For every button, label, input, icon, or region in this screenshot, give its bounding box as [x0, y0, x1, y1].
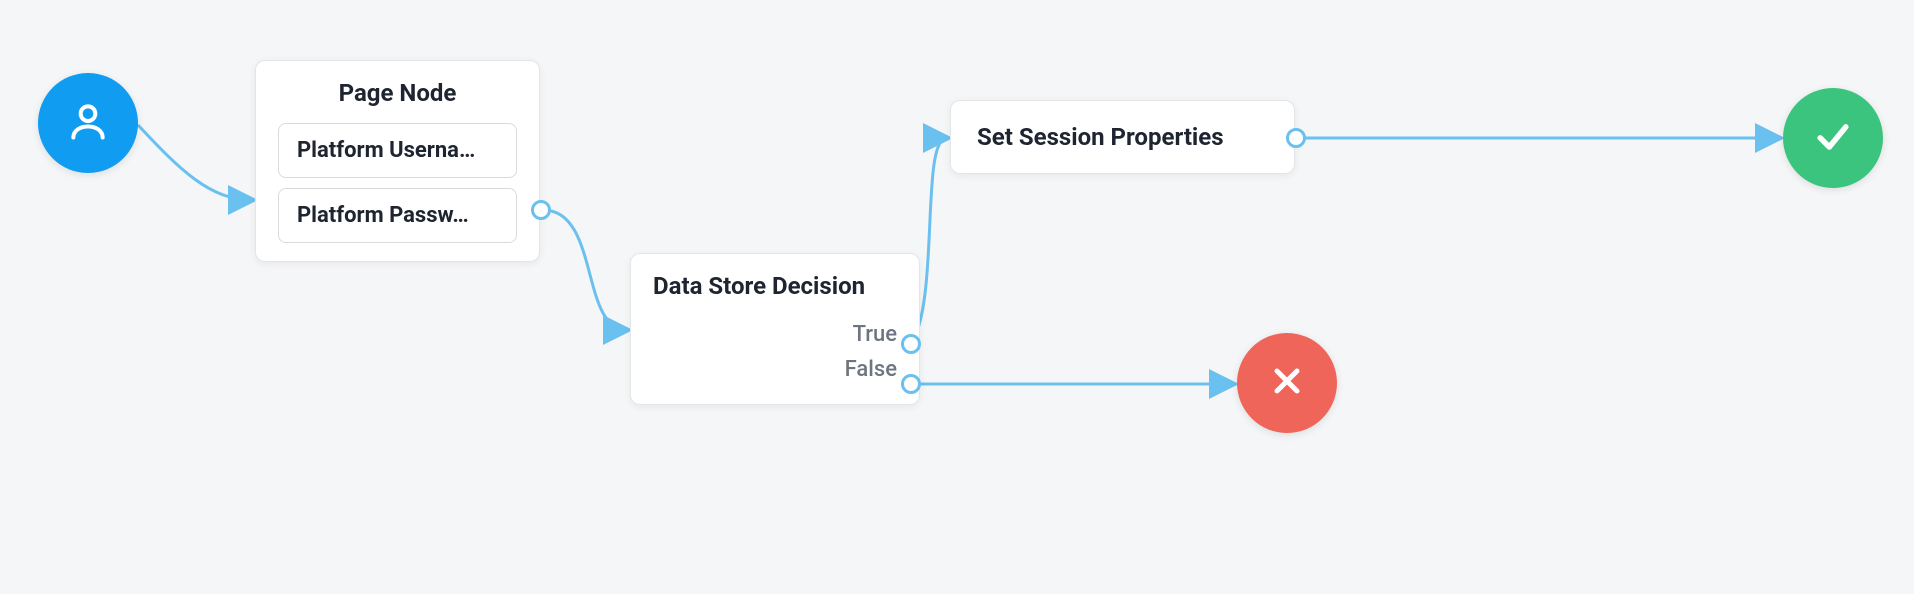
page-node-title: Page Node [278, 79, 517, 107]
success-node[interactable] [1783, 88, 1883, 188]
decision-false-port[interactable] [901, 374, 921, 394]
outcome-false: False [653, 357, 897, 382]
decision-true-port[interactable] [901, 334, 921, 354]
page-node[interactable]: Page Node Platform Userna… Platform Pass… [255, 60, 540, 262]
flow-canvas: Page Node Platform Userna… Platform Pass… [0, 0, 1914, 594]
user-icon [66, 99, 110, 147]
failure-node[interactable] [1237, 333, 1337, 433]
decision-title: Data Store Decision [653, 272, 897, 300]
session-title: Set Session Properties [977, 123, 1268, 151]
session-output-port[interactable] [1286, 128, 1306, 148]
start-node[interactable] [38, 73, 138, 173]
decision-node[interactable]: Data Store Decision True False [630, 253, 920, 405]
session-node[interactable]: Set Session Properties [950, 100, 1295, 174]
field-password[interactable]: Platform Passw… [278, 188, 517, 243]
cross-icon [1267, 361, 1307, 405]
outcome-false-label: False [845, 357, 897, 382]
outcome-true-label: True [853, 322, 897, 347]
field-username[interactable]: Platform Userna… [278, 123, 517, 178]
check-icon [1811, 114, 1855, 162]
outcome-true: True [653, 322, 897, 347]
page-node-output-port[interactable] [531, 200, 551, 220]
